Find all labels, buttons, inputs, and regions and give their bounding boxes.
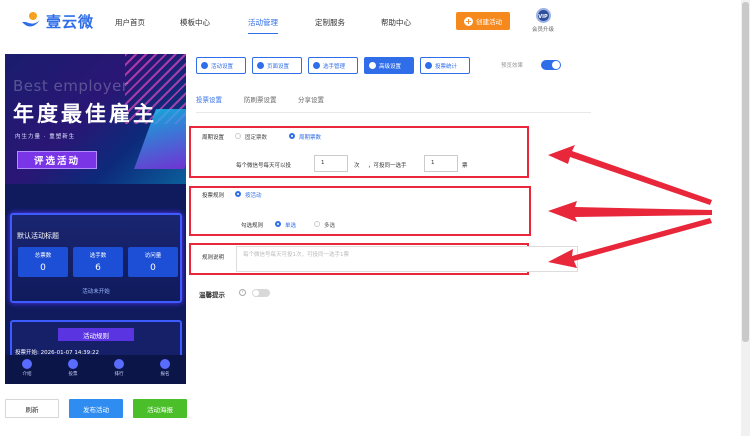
stat-value: 6	[95, 263, 101, 273]
stat-visits: 访问量 0	[128, 247, 178, 277]
radio-multi-choice-label: 多选	[324, 223, 336, 229]
tip-toggle[interactable]	[252, 289, 270, 297]
banner-vote-button[interactable]: 评选活动	[17, 151, 97, 169]
tab-vote-statistics[interactable]: 投票统计	[420, 57, 470, 74]
gear-icon	[201, 62, 208, 69]
stat-label: 访问量	[144, 253, 162, 259]
banner-subtitle: 内生力量 · 重塑新生	[15, 134, 76, 140]
scrollbar-thumb[interactable]	[742, 2, 749, 342]
nav-item-activity-management[interactable]: 活动管理	[248, 17, 278, 34]
same-contestant-input[interactable]: 1	[424, 155, 458, 172]
tab-vote[interactable]: 投票	[58, 359, 88, 377]
top-navbar: 壹云微 用户首页 模板中心 活动管理 定制服务 帮助中心 + 创建活动 VIP …	[0, 0, 750, 46]
radio-fixed-votes-label: 固定票数	[245, 135, 268, 141]
vote-icon	[68, 359, 78, 369]
description-label: 规则说明	[202, 255, 225, 261]
tab-intro[interactable]: 介绍	[12, 359, 42, 377]
tab-ranking[interactable]: 排行	[104, 359, 134, 377]
preview-banner: Best employer 年度最佳雇主 内生力量 · 重塑新生 评选活动	[5, 54, 186, 184]
stat-total-votes: 总票数 0	[18, 247, 68, 277]
radio-fixed-votes[interactable]	[235, 133, 241, 139]
toolbar-label: 投票统计	[435, 63, 458, 70]
vip-upgrade[interactable]: VIP 会员升级	[528, 8, 558, 33]
tip-label: 温馨提示	[199, 291, 225, 299]
radio-by-activity-label: 按活动	[245, 193, 262, 199]
stat-value: 0	[40, 263, 46, 273]
create-activity-button[interactable]: + 创建活动	[456, 12, 510, 30]
radio-periodic-votes-label: 周期票数	[299, 135, 322, 141]
tab-activity-settings[interactable]: 活动设置	[196, 57, 246, 74]
arrow-to-period	[548, 145, 712, 205]
stat-label: 总票数	[34, 253, 52, 259]
tab-label: 排行	[114, 372, 124, 377]
intro-icon	[22, 359, 32, 369]
tab-signup[interactable]: 报名	[150, 359, 180, 377]
stat-contestants: 选手数 6	[73, 247, 123, 277]
plus-icon: +	[464, 16, 473, 26]
toolbar-label: 活动设置	[211, 63, 234, 70]
period-label: 周期设置	[202, 135, 225, 141]
brand-name: 壹云微	[46, 12, 95, 31]
rule-label: 投票规则	[202, 193, 225, 199]
votes-per-day-text: 每个微信号每天可以投	[236, 163, 292, 169]
logo-icon	[20, 10, 42, 32]
toolbar-label: 页面设置	[267, 63, 290, 70]
tab-label: 投票	[68, 372, 78, 377]
signup-icon	[160, 359, 170, 369]
rules-title: 活动规则	[58, 328, 134, 341]
page-icon	[257, 62, 264, 69]
preview-tabbar: 介绍 投票 排行 报名	[5, 355, 186, 384]
select-rule-label: 勾选规则	[241, 223, 264, 229]
stat-label: 选手数	[89, 253, 107, 259]
nav-item-home[interactable]: 用户首页	[115, 17, 145, 28]
preview-toggle[interactable]	[541, 60, 561, 70]
radio-single-choice[interactable]	[275, 221, 281, 227]
nav-item-help[interactable]: 帮助中心	[381, 17, 411, 28]
logo[interactable]: 壹云微	[20, 10, 94, 32]
vip-icon: VIP	[535, 8, 551, 23]
chart-icon	[425, 62, 432, 69]
radio-single-choice-label: 单选	[285, 223, 297, 229]
tab-contestant-management[interactable]: 选手管理	[308, 57, 358, 74]
activity-status: 活动未开始	[82, 289, 110, 295]
sliders-icon	[369, 62, 376, 69]
subtab-share-settings[interactable]: 分享设置	[298, 94, 324, 104]
radio-multi-choice[interactable]	[314, 221, 320, 227]
divider	[196, 112, 591, 113]
nav-item-custom-service[interactable]: 定制服务	[315, 17, 345, 28]
tab-page-settings[interactable]: 页面设置	[252, 57, 302, 74]
arrow-to-rules	[548, 201, 712, 222]
users-icon	[313, 62, 320, 69]
ranking-icon	[114, 359, 124, 369]
times-unit: 次	[354, 163, 360, 169]
create-activity-label: 创建活动	[476, 18, 502, 26]
radio-periodic-votes[interactable]	[289, 133, 295, 139]
radio-by-activity[interactable]	[235, 191, 241, 197]
subtab-anti-fraud-settings[interactable]: 防刷票设置	[244, 94, 277, 104]
same-contestant-text: ，可投同一选手	[368, 163, 407, 169]
preview-label: 预览效果	[501, 63, 524, 69]
tab-advanced-settings[interactable]: 高级设置	[364, 57, 414, 74]
subtab-vote-settings[interactable]: 投票设置	[196, 94, 222, 113]
refresh-button[interactable]: 刷新	[5, 399, 59, 418]
tab-label: 报名	[160, 372, 170, 377]
votes-per-day-input[interactable]: 1	[314, 155, 348, 172]
help-icon[interactable]: ?	[239, 289, 246, 296]
mobile-preview: Best employer 年度最佳雇主 内生力量 · 重塑新生 评选活动 默认…	[5, 54, 186, 384]
toolbar-label: 选手管理	[323, 63, 346, 70]
stat-value: 0	[150, 263, 156, 273]
toolbar-label: 高级设置	[379, 63, 402, 70]
activity-title: 默认活动标题	[17, 232, 59, 240]
tab-label: 介绍	[22, 372, 32, 377]
activity-stats-card: 默认活动标题 总票数 0 选手数 6 访问量 0 活动未开始	[10, 213, 182, 303]
rule-description-textarea[interactable]: 每个微信号每天可投1次，可投同一选手1票	[236, 246, 578, 272]
publish-activity-button[interactable]: 发布活动	[69, 399, 123, 418]
banner-title: 年度最佳雇主	[13, 102, 157, 126]
vip-upgrade-label: 会员升级	[531, 27, 554, 33]
votes-unit: 票	[462, 163, 468, 169]
activity-poster-button[interactable]: 活动海报	[133, 399, 187, 418]
nav-item-templates[interactable]: 模板中心	[180, 17, 210, 28]
banner-english-title: Best employer	[13, 77, 129, 95]
